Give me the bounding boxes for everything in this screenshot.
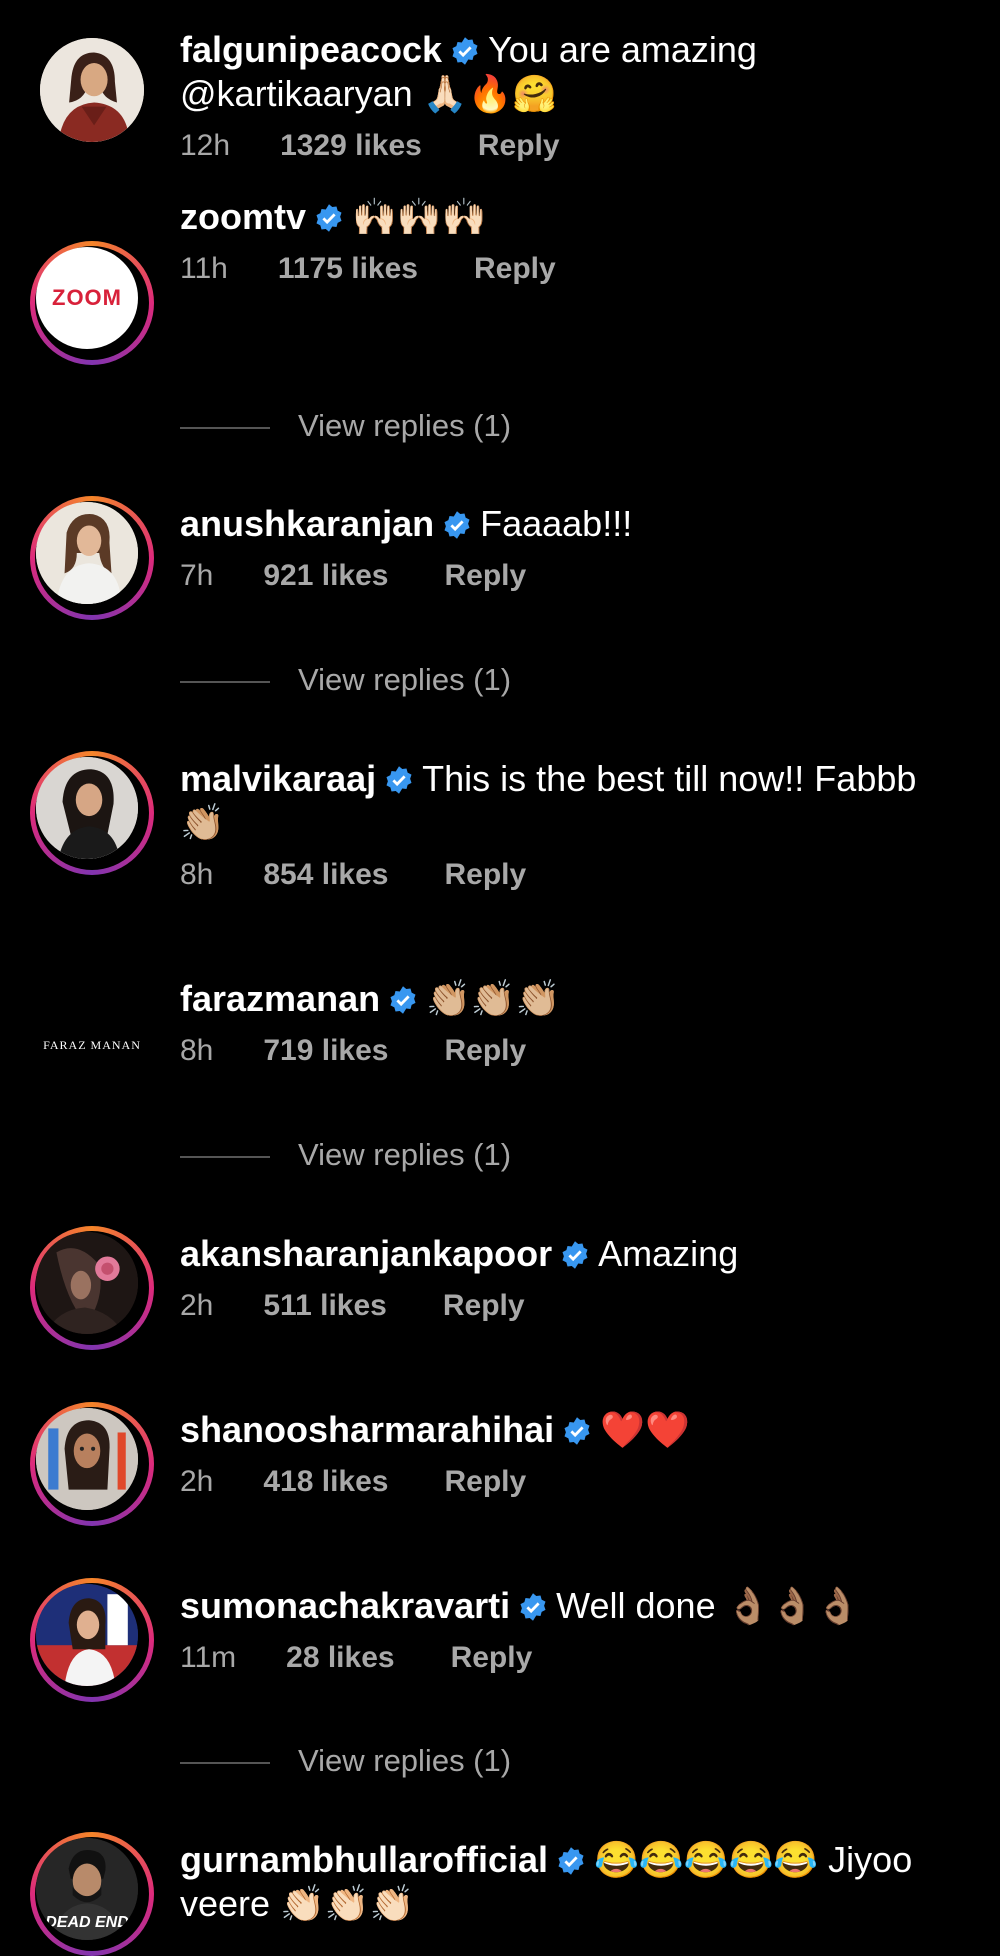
portrait-image	[36, 1232, 138, 1334]
avatar[interactable]: DEAD END	[30, 1832, 154, 1956]
portrait-image	[36, 757, 138, 859]
comment-time: 2h	[180, 1289, 214, 1322]
comment-text: 👏🏼👏🏼👏🏼	[426, 978, 561, 1019]
like-count[interactable]: 1175 likes	[278, 249, 418, 289]
avatar[interactable]: ZOOM	[30, 241, 154, 365]
like-count[interactable]: 921 likes	[263, 556, 388, 596]
username[interactable]: farazmanan	[180, 978, 380, 1019]
comment-text: ❤️❤️	[600, 1409, 690, 1450]
reply-button[interactable]: Reply	[445, 1462, 527, 1502]
reply-button[interactable]: Reply	[443, 1286, 525, 1326]
comment-time: 11m	[180, 1641, 237, 1674]
faraz-manan-logo-icon: FARAZ MANAN	[43, 1037, 141, 1052]
username[interactable]: anushkaranjan	[180, 503, 434, 544]
avatar[interactable]: FARAZ MANAN	[30, 983, 154, 1107]
portrait-image	[36, 1584, 138, 1686]
comment-time: 7h	[180, 559, 214, 592]
comments-screen: { "comments": [ { "username": "falgunipe…	[0, 0, 1000, 1956]
comment-time: 8h	[180, 1034, 214, 1067]
comment-time: 11h	[180, 252, 228, 285]
avatar[interactable]	[30, 1402, 154, 1526]
verified-badge-icon	[558, 1847, 584, 1875]
username[interactable]: malvikaraaj	[180, 758, 376, 799]
username[interactable]: akansharanjankapoor	[180, 1233, 552, 1274]
username[interactable]: zoomtv	[180, 196, 306, 237]
verified-badge-icon	[390, 986, 416, 1014]
reply-button[interactable]: Reply	[474, 249, 556, 289]
comment-time: 12h	[180, 129, 231, 162]
view-replies-label: View replies (1)	[298, 408, 512, 443]
like-count[interactable]: 1329 likes	[280, 126, 422, 166]
divider-line	[180, 1761, 270, 1764]
comment-text: Well done 👌🏽👌🏽👌🏽	[556, 1585, 861, 1626]
verified-badge-icon	[562, 1241, 588, 1269]
comment-text: Amazing	[598, 1233, 739, 1274]
verified-badge-icon	[444, 511, 470, 539]
like-count[interactable]: 28 likes	[286, 1638, 394, 1678]
verified-badge-icon	[386, 766, 412, 794]
comment-text: 🙌🏻🙌🏻🙌🏻	[352, 196, 487, 237]
divider-line	[180, 1155, 270, 1158]
avatar[interactable]	[30, 496, 154, 620]
portrait-image	[36, 1408, 138, 1510]
like-count[interactable]: 719 likes	[263, 1031, 388, 1071]
reply-button[interactable]: Reply	[445, 1031, 527, 1071]
username[interactable]: gurnambhullarofficial	[180, 1839, 548, 1880]
like-count[interactable]: 854 likes	[263, 855, 388, 895]
divider-line	[180, 426, 270, 429]
avatar[interactable]	[30, 751, 154, 875]
avatar[interactable]	[30, 1226, 154, 1350]
view-replies-label: View replies (1)	[298, 1743, 512, 1778]
portrait-image	[36, 502, 138, 604]
zoom-logo-icon: ZOOM	[36, 247, 138, 349]
view-replies-label: View replies (1)	[298, 662, 512, 697]
verified-badge-icon	[452, 37, 478, 65]
view-replies-button[interactable]: View replies (1)	[180, 406, 511, 446]
comment-text: Faaaab!!!	[480, 503, 633, 544]
verified-badge-icon	[564, 1417, 590, 1445]
reply-button[interactable]: Reply	[451, 1638, 533, 1678]
dead-end-poster-title: DEAD END	[45, 1914, 129, 1931]
username[interactable]: falgunipeacock	[180, 29, 442, 70]
verified-badge-icon	[316, 204, 342, 232]
verified-badge-icon	[520, 1593, 546, 1621]
view-replies-button[interactable]: View replies (1)	[180, 1741, 511, 1781]
reply-button[interactable]: Reply	[445, 556, 527, 596]
comment-time: 8h	[180, 858, 214, 891]
view-replies-button[interactable]: View replies (1)	[180, 1135, 511, 1175]
divider-line	[180, 680, 270, 683]
like-count[interactable]: 418 likes	[263, 1462, 388, 1502]
view-replies-button[interactable]: View replies (1)	[180, 660, 511, 700]
like-count[interactable]: 511 likes	[263, 1286, 386, 1326]
username[interactable]: shanoosharmarahihai	[180, 1409, 554, 1450]
avatar[interactable]	[30, 1578, 154, 1702]
username[interactable]: sumonachakravarti	[180, 1585, 510, 1626]
avatar[interactable]	[40, 38, 144, 142]
view-replies-label: View replies (1)	[298, 1137, 512, 1172]
reply-button[interactable]: Reply	[445, 855, 527, 895]
comment-time: 2h	[180, 1465, 214, 1498]
reply-button[interactable]: Reply	[478, 126, 560, 166]
portrait-image	[40, 38, 144, 142]
